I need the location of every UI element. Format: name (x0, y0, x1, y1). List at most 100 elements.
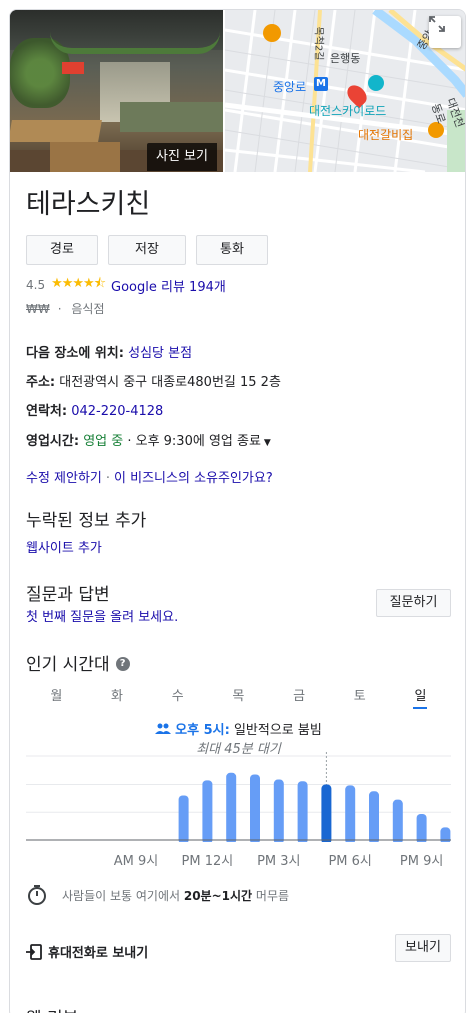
popular-times-label: 인기 시간대 (26, 655, 110, 675)
day-tab-thu[interactable]: 목 (208, 685, 269, 704)
day-label: 토 (353, 689, 366, 704)
map-label: 대전갈비집 (358, 128, 414, 142)
chart-bar[interactable] (345, 785, 356, 842)
category: 음식점 (71, 302, 105, 316)
hours-row[interactable]: 영업시간: 영업 중 · 오후 9:30에 영업 종료 ▼ (26, 430, 271, 449)
separator: · (105, 471, 111, 486)
metro-icon: M (314, 77, 328, 91)
day-tab-sat[interactable]: 토 (329, 685, 390, 704)
address-row: 주소: 대전광역시 중구 대종로480번길 15 2층 (26, 371, 281, 390)
qa-title: 질문과 답변 (26, 585, 110, 605)
map-label: 중앙로 (273, 80, 307, 94)
map-label: 은행동 (330, 52, 361, 65)
action-buttons: 경로 저장 통화 (26, 235, 268, 265)
phone-label: 연락처: (26, 404, 68, 419)
reviews-link[interactable]: Google 리뷰 194개 (111, 276, 226, 295)
owner-link[interactable]: 이 비즈니스의 소유주인가요? (114, 471, 273, 486)
active-tab-underline (413, 707, 428, 709)
chart-bar[interactable] (416, 813, 427, 842)
chart-bar[interactable] (202, 780, 213, 842)
visit-prefix: 사람들이 보통 여기에서 (62, 888, 181, 903)
place-title: 테라스키친 (26, 189, 151, 220)
star-rating-icon: ★★★★⯪ (51, 276, 106, 291)
help-icon[interactable]: ? (115, 657, 130, 671)
located-in-row: 다음 장소에 위치: 성심당 본점 (26, 342, 192, 361)
address-value: 대전광역시 중구 대종로480번길 15 2층 (59, 375, 281, 390)
attraction-pin-icon[interactable] (368, 75, 384, 91)
day-label: 일 (414, 689, 427, 704)
live-status: 일반적으로 붐빔 (233, 723, 322, 738)
located-label: 다음 장소에 위치: (26, 346, 124, 361)
view-photos-button[interactable]: 사진 보기 (147, 143, 217, 171)
ask-first-question-link[interactable]: 첫 번째 질문을 올려 보세요. (26, 606, 178, 625)
expand-map-button[interactable] (429, 16, 461, 48)
edit-row: 수정 제안하기 · 이 비즈니스의 소유주인가요? (26, 467, 273, 486)
category-row: ₩₩ · 음식점 (26, 300, 105, 317)
price-level: ₩₩ (26, 302, 50, 316)
timer-icon (28, 885, 46, 905)
chart-bar[interactable] (226, 772, 237, 842)
map-label: 목척2길 (312, 26, 324, 61)
day-label: 목 (232, 689, 245, 704)
chart-bar[interactable] (392, 799, 403, 842)
expand-icon (429, 16, 445, 32)
visit-duration-value: 20분~1시간 (183, 888, 253, 903)
day-tab-wed[interactable]: 수 (147, 685, 208, 704)
send-to-phone-label: 휴대전화로 보내기 (48, 946, 149, 961)
chart-bar[interactable] (178, 795, 189, 842)
day-label: 수 (171, 689, 184, 704)
visit-suffix: 머무름 (255, 888, 290, 903)
popular-times-title: 인기 시간대? (26, 650, 130, 675)
live-busyness: 오후 5시: 일반적으로 붐빔 (26, 719, 451, 738)
phone-row: 연락처: 042-220-4128 (26, 400, 163, 419)
open-status: 영업 중 (83, 434, 124, 449)
located-link[interactable]: 성심당 본점 (128, 346, 192, 361)
rating-row: 4.5 ★★★★⯪ Google 리뷰 194개 (26, 274, 226, 296)
chart-bar[interactable] (297, 781, 308, 842)
people-icon (155, 723, 172, 734)
send-to-phone-icon (26, 943, 42, 960)
call-button[interactable]: 통화 (196, 235, 268, 265)
photo-sign (62, 62, 84, 74)
day-label: 월 (50, 689, 63, 704)
rating-value: 4.5 (26, 278, 46, 292)
chart-bar[interactable] (321, 784, 332, 842)
hours-label: 영업시간: (26, 434, 80, 449)
photo-counter (120, 102, 223, 132)
day-tab-sun[interactable]: 일 (390, 685, 451, 709)
day-tab-mon[interactable]: 월 (26, 685, 87, 704)
photo-garland (50, 32, 220, 54)
hours-detail: · 오후 9:30에 영업 종료 (127, 434, 261, 449)
day-tab-tue[interactable]: 화 (87, 685, 148, 704)
knowledge-panel: 사진 보기 목척2길 은행동 중앙로 M 대전스카이로드 대전갈비집 중앙 대전… (9, 9, 466, 1013)
missing-info-title: 누락된 정보 추가 (26, 511, 147, 531)
phone-link[interactable]: 042-220-4128 (71, 404, 163, 419)
add-website-link[interactable]: 웹사이트 추가 (26, 537, 102, 556)
chart-bar[interactable] (273, 779, 284, 842)
dot-separator: · (57, 302, 62, 316)
directions-button[interactable]: 경로 (26, 235, 98, 265)
map-label: 대전스카이로드 (309, 104, 387, 118)
chart-bar[interactable] (369, 791, 379, 842)
day-label: 화 (111, 689, 124, 704)
save-button[interactable]: 저장 (108, 235, 186, 265)
send-button[interactable]: 보내기 (395, 934, 451, 962)
chart-bar[interactable] (250, 774, 260, 842)
address-label: 주소: (26, 375, 56, 390)
suggest-edit-link[interactable]: 수정 제안하기 (26, 471, 102, 486)
chart-tick-label: PM 9시 (399, 854, 444, 869)
restaurant-pin-icon[interactable] (263, 24, 281, 42)
day-tab-fri[interactable]: 금 (269, 685, 330, 704)
place-photo[interactable]: 사진 보기 (10, 10, 223, 172)
photo-table (10, 120, 102, 142)
hero: 사진 보기 목척2길 은행동 중앙로 M 대전스카이로드 대전갈비집 중앙 대전… (10, 10, 465, 172)
web-reviews-title: 웹 리뷰 (26, 1004, 78, 1013)
popular-times-chart (26, 752, 451, 842)
map-thumbnail[interactable]: 목척2길 은행동 중앙로 M 대전스카이로드 대전갈비집 중앙 대전천동로 (225, 10, 465, 172)
caret-down-icon[interactable]: ▼ (264, 438, 271, 448)
ask-question-button[interactable]: 질문하기 (376, 589, 451, 617)
send-to-phone[interactable]: 휴대전화로 보내기 (26, 942, 148, 961)
photo-table (50, 142, 120, 172)
visit-duration: 사람들이 보통 여기에서 20분~1시간 머무름 (26, 884, 289, 906)
day-label: 금 (293, 689, 306, 704)
